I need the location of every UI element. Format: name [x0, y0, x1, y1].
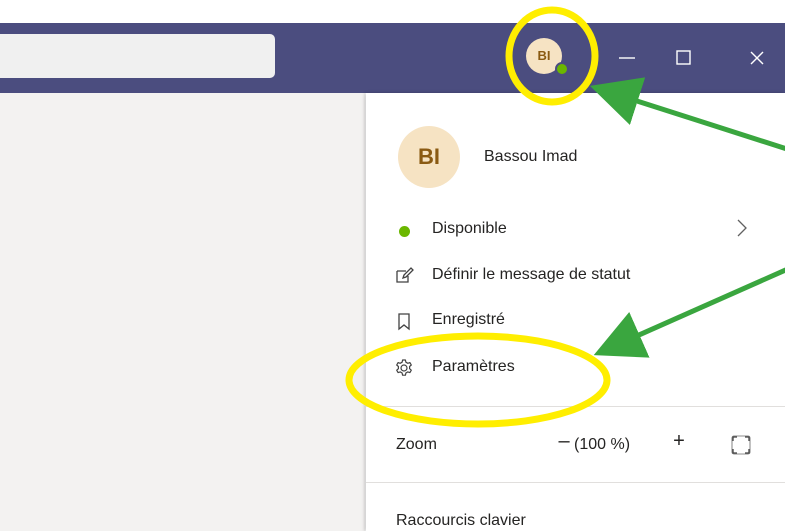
zoom-value: (100 %) [574, 436, 631, 453]
keyboard-shortcuts-item[interactable]: Raccourcis clavier [396, 512, 526, 530]
settings-menu-item[interactable]: Paramètres [394, 355, 594, 381]
settings-label: Paramètres [432, 358, 515, 375]
profile-menu: BI Bassou Imad Disponible Définir le mes… [366, 93, 785, 531]
status-menu-item[interactable]: Disponible [394, 217, 754, 243]
main-content-pane [0, 93, 365, 531]
presence-available-icon [555, 62, 569, 76]
close-icon [750, 51, 764, 65]
zoom-label: Zoom [396, 436, 437, 453]
zoom-out-button[interactable]: – [552, 430, 576, 456]
gear-icon [396, 359, 412, 376]
bookmark-icon [398, 313, 410, 331]
saved-menu-item[interactable]: Enregistré [394, 308, 594, 334]
maximize-button[interactable] [663, 38, 703, 78]
edit-status-icon [396, 267, 414, 283]
profile-name: Bassou Imad [484, 148, 578, 165]
chevron-right-icon[interactable] [734, 218, 750, 238]
menu-divider [366, 406, 785, 407]
minimize-button[interactable] [607, 38, 647, 78]
fit-screen-icon[interactable] [730, 434, 752, 456]
saved-label: Enregistré [432, 311, 505, 328]
search-input[interactable] [0, 34, 275, 78]
close-button[interactable] [737, 38, 777, 78]
presence-available-icon [399, 226, 410, 237]
maximize-icon [676, 50, 691, 65]
status-label: Disponible [432, 220, 507, 237]
set-status-label: Définir le message de statut [432, 266, 631, 283]
profile-menu-avatar[interactable]: BI [398, 126, 460, 188]
menu-divider [366, 482, 785, 483]
zoom-in-button[interactable]: + [667, 430, 691, 456]
set-status-message-item[interactable]: Définir le message de statut [394, 263, 714, 289]
minimize-icon [619, 57, 635, 59]
